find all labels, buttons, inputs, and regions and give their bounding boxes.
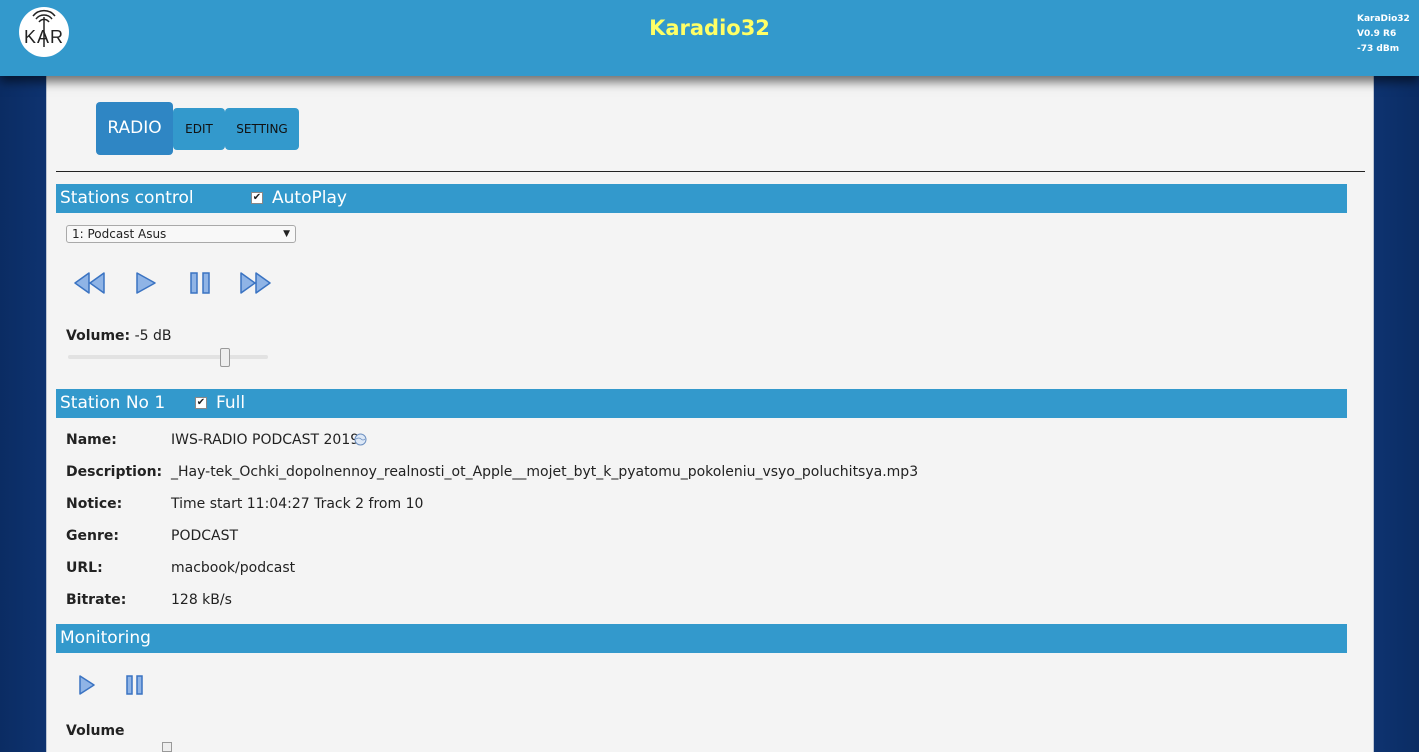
volume-label: Volume:: [66, 328, 131, 344]
monitoring-title: Monitoring: [60, 628, 151, 648]
device-name: KaraDio32: [1357, 14, 1410, 24]
tab-edit[interactable]: EDIT: [173, 108, 225, 150]
name-value: IWS-RADIO PODCAST 2019: [171, 432, 360, 448]
monitor-volume-slider-handle[interactable]: [162, 742, 172, 752]
station-header: Station No 1 ✔ Full: [56, 389, 1347, 418]
station-title: Station No 1: [60, 393, 166, 413]
url-value: macbook/podcast: [171, 560, 296, 576]
pause-icon[interactable]: [189, 272, 211, 298]
top-bar: KAR Karadio32 KaraDio32 V0.9 R6 -73 dBm: [0, 0, 1419, 76]
genre-label: Genre:: [66, 528, 119, 544]
divider: [56, 171, 1365, 172]
station-select-value: 1: Podcast Asus: [72, 227, 167, 241]
station-select[interactable]: 1: Podcast Asus ▼: [66, 225, 296, 243]
volume-slider-handle[interactable]: [220, 348, 230, 367]
bitrate-value: 128 kB/s: [171, 592, 232, 608]
full-checkbox[interactable]: ✔: [195, 397, 207, 409]
rewind-icon[interactable]: [74, 272, 106, 298]
monitor-pause-icon[interactable]: [125, 675, 145, 699]
monitor-volume-label: Volume: [66, 723, 125, 739]
signal-strength: -73 dBm: [1357, 44, 1400, 54]
url-label: URL:: [66, 560, 103, 576]
genre-value: PODCAST: [171, 528, 239, 544]
globe-icon[interactable]: [354, 431, 367, 450]
tab-radio[interactable]: RADIO: [96, 102, 173, 155]
stations-control-title: Stations control: [60, 188, 194, 208]
device-info: KaraDio32 V0.9 R6 -73 dBm: [1357, 12, 1410, 57]
bitrate-label: Bitrate:: [66, 592, 127, 608]
tab-setting[interactable]: SETTING: [225, 108, 299, 150]
stations-control-header: Stations control ✔ AutoPlay: [56, 184, 1347, 213]
autoplay-label: AutoPlay: [272, 188, 347, 208]
description-label: Description:: [66, 464, 163, 480]
app-title: Karadio32: [649, 16, 770, 40]
name-label: Name:: [66, 432, 117, 448]
main-content: RADIO EDIT SETTING Stations control ✔ Au…: [46, 76, 1374, 752]
volume-readout: Volume: -5 dB: [66, 328, 172, 344]
firmware-version: V0.9 R6: [1357, 29, 1397, 39]
full-label: Full: [216, 393, 246, 413]
description-value: _Hay-tek_Ochki_dopolnennoy_realnosti_ot_…: [171, 464, 919, 480]
autoplay-checkbox[interactable]: ✔: [251, 192, 263, 204]
volume-value: -5 dB: [134, 328, 172, 344]
fast-forward-icon[interactable]: [239, 272, 271, 298]
monitor-play-icon[interactable]: [78, 675, 96, 699]
dropdown-arrow-icon: ▼: [283, 229, 290, 239]
volume-slider-track[interactable]: [68, 355, 268, 359]
monitoring-header: Monitoring: [56, 624, 1347, 653]
notice-value: Time start 11:04:27 Track 2 from 10: [171, 496, 424, 512]
notice-label: Notice:: [66, 496, 123, 512]
play-icon[interactable]: [135, 272, 157, 298]
